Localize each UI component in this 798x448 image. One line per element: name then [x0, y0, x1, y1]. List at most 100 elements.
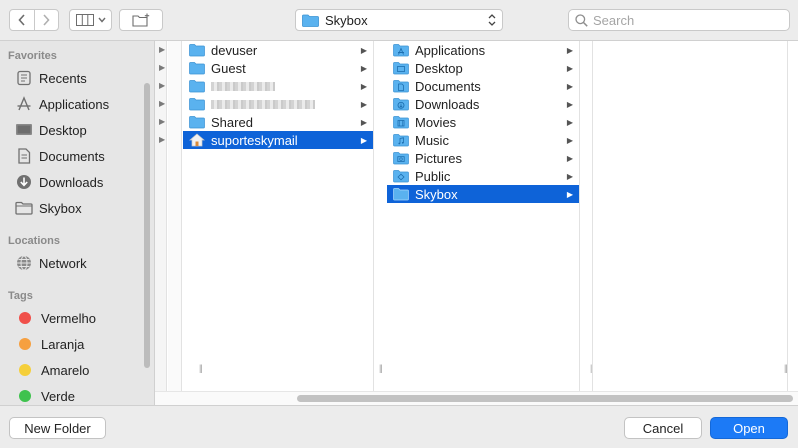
disclosure-triangle-icon: ▶: [159, 117, 166, 126]
disclosure-triangle-icon: ▶: [159, 63, 166, 72]
network-globe-icon: [15, 254, 33, 272]
column-resize-handle[interactable]: ||: [199, 363, 203, 373]
folder-icon: [189, 44, 205, 57]
disclosure-triangle-icon: ▶: [159, 45, 166, 54]
list-item[interactable]: Downloads ▶: [387, 95, 579, 113]
horizontal-scrollbar[interactable]: [297, 395, 793, 402]
sidebar-scrollbar[interactable]: [144, 83, 150, 368]
document-icon: [15, 147, 33, 165]
sidebar-item-downloads[interactable]: Downloads: [15, 171, 103, 193]
list-item[interactable]: Documents ▶: [387, 77, 579, 95]
column-divider: [579, 41, 580, 391]
chevron-left-icon: [18, 14, 25, 26]
new-folder-toolbar-button[interactable]: [119, 9, 163, 31]
list-item-label: Desktop: [415, 60, 463, 76]
search-field: [568, 9, 790, 31]
redacted-name: [211, 81, 275, 91]
list-item[interactable]: Applications ▶: [387, 41, 579, 59]
column-empty: ||: [593, 41, 788, 391]
sidebar-tag-verde[interactable]: Verde: [15, 385, 75, 407]
list-item-label: Music: [415, 132, 449, 148]
sidebar-item-documents[interactable]: Documents: [15, 145, 105, 167]
sidebar-item-skybox[interactable]: Skybox: [15, 197, 82, 219]
sidebar-item-label: Applications: [39, 96, 110, 112]
folder-icon: [189, 80, 205, 93]
list-item[interactable]: Movies ▶: [387, 113, 579, 131]
new-folder-button[interactable]: New Folder: [9, 417, 106, 439]
search-input[interactable]: [593, 12, 783, 28]
collapsed-column: ▶ ▶ ▶ ▶ ▶ ▶: [155, 41, 167, 391]
applications-icon: [15, 95, 33, 113]
sidebar: Favorites Recents Applications Desktop D…: [0, 41, 155, 405]
back-button[interactable]: [10, 10, 34, 30]
applications-folder-icon: [393, 44, 409, 57]
sidebar-tag-vermelho[interactable]: Vermelho: [15, 307, 96, 329]
list-item[interactable]: Pictures ▶: [387, 149, 579, 167]
navigation-buttons: [9, 9, 59, 31]
list-item-label: Documents: [415, 78, 481, 94]
sidebar-item-label: Laranja: [41, 336, 85, 352]
folder-icon: [393, 188, 409, 201]
forward-button[interactable]: [33, 10, 58, 30]
chevron-right-icon: ▶: [566, 45, 573, 55]
sidebar-item-network[interactable]: Network: [15, 252, 87, 274]
list-item-label: Pictures: [415, 150, 462, 166]
new-folder-icon: [132, 13, 150, 27]
music-folder-icon: [393, 134, 409, 147]
column-view-icon: [75, 14, 94, 26]
column-divider: [787, 41, 788, 391]
bottom-bar: New Folder Cancel Open: [0, 405, 798, 448]
home-icon: [189, 133, 205, 147]
sidebar-tag-laranja[interactable]: Laranja: [15, 333, 84, 355]
open-button[interactable]: Open: [710, 417, 788, 439]
column-home: Applications ▶ Desktop ▶ Documents ▶ Dow…: [379, 41, 594, 391]
sidebar-item-recents[interactable]: Recents: [15, 67, 87, 89]
sidebar-item-applications[interactable]: Applications: [15, 93, 109, 115]
cancel-button[interactable]: Cancel: [624, 417, 702, 439]
disclosure-triangle-icon: ▶: [159, 81, 166, 90]
downloads-folder-icon: [393, 98, 409, 111]
list-item[interactable]: ▶: [183, 77, 373, 95]
list-item-selected[interactable]: Skybox ▶: [387, 185, 579, 203]
sidebar-tag-amarelo[interactable]: Amarelo: [15, 359, 89, 381]
list-item[interactable]: Shared ▶: [183, 113, 373, 131]
list-item[interactable]: Guest ▶: [183, 59, 373, 77]
tag-green-dot-icon: [19, 390, 31, 402]
chevron-right-icon: ▶: [360, 63, 367, 73]
list-item-label: Applications: [415, 42, 486, 58]
list-item[interactable]: devuser ▶: [183, 41, 373, 59]
sidebar-item-label: Downloads: [39, 174, 104, 190]
sidebar-item-desktop[interactable]: Desktop: [15, 119, 87, 141]
sidebar-item-label: Vermelho: [41, 310, 96, 326]
list-item[interactable]: Public ▶: [387, 167, 579, 185]
chevron-right-icon: ▶: [360, 135, 367, 145]
chevron-right-icon: ▶: [360, 117, 367, 127]
list-item[interactable]: Desktop ▶: [387, 59, 579, 77]
column-resize-handle[interactable]: ||: [379, 363, 383, 373]
desktop-folder-icon: [393, 62, 409, 75]
pictures-folder-icon: [393, 152, 409, 165]
column-browser: ▶ ▶ ▶ ▶ ▶ ▶ devuser ▶ Guest ▶ ▶ ▶ Shared…: [155, 41, 798, 405]
view-mode-button[interactable]: [69, 9, 112, 31]
locations-heading: Locations: [8, 235, 60, 247]
sidebar-item-label: Recents: [39, 70, 87, 86]
sidebar-item-label: Network: [39, 255, 87, 271]
chevron-right-icon: ▶: [566, 117, 573, 127]
sidebar-item-label: Amarelo: [41, 362, 90, 378]
list-item-label: devuser: [211, 42, 258, 58]
tag-orange-dot-icon: [19, 338, 31, 350]
sidebar-item-label: Desktop: [39, 122, 87, 138]
toolbar: Skybox: [0, 0, 798, 41]
list-item-label: Public: [415, 168, 451, 184]
chevron-down-icon: [97, 17, 106, 23]
documents-folder-icon: [393, 80, 409, 93]
location-popup[interactable]: Skybox: [295, 9, 503, 31]
location-label: Skybox: [325, 12, 368, 28]
list-item[interactable]: ▶: [183, 95, 373, 113]
folder-icon: [189, 62, 205, 75]
list-item-selected[interactable]: suporteskymail ▶: [183, 131, 373, 149]
desktop-icon: [15, 121, 33, 139]
list-item[interactable]: Music ▶: [387, 131, 579, 149]
tag-red-dot-icon: [19, 312, 31, 324]
download-icon: [15, 173, 33, 191]
